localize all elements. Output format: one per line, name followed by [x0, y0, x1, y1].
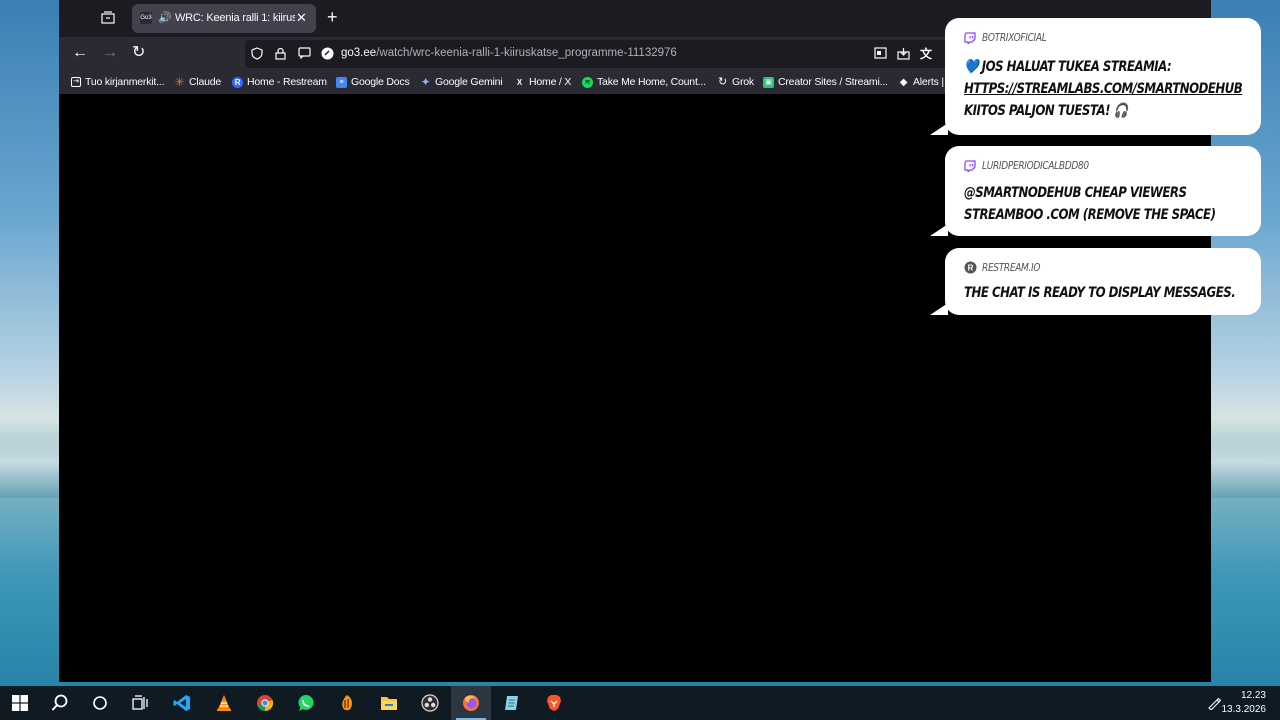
- forward-icon[interactable]: →: [102, 45, 118, 61]
- tab-active[interactable]: Go3 🔊 WRC: Keenia ralli 1: kiiruskatse ✕: [132, 4, 316, 33]
- task-view-icon[interactable]: [130, 693, 150, 713]
- chrome-icon[interactable]: [255, 693, 275, 713]
- bubble-tail: [930, 303, 948, 315]
- bookmark-label: Home - Restream: [247, 76, 327, 88]
- bookmark-item[interactable]: ⇥ Tuo kirjanmerkit...: [71, 75, 164, 89]
- x-icon: X: [516, 77, 523, 87]
- bookmark-label: Alerts |: [913, 76, 944, 88]
- url-domain: go3.ee: [341, 47, 377, 59]
- claude-icon: ✳: [174, 74, 185, 89]
- bookmark-label: Claude: [189, 76, 222, 88]
- reload-icon[interactable]: ↻: [132, 45, 145, 61]
- back-icon[interactable]: ←: [72, 45, 88, 61]
- bubble-tail: [930, 123, 948, 135]
- restream-icon: R: [964, 261, 977, 274]
- bookmark-item[interactable]: R Home - Restream: [232, 75, 327, 89]
- chat-username: Restream.io: [982, 261, 1041, 274]
- install-app-icon[interactable]: [897, 47, 910, 63]
- chat-text-part: Kiitos paljon tuesta! 🎧: [964, 103, 1128, 119]
- bookmark-label: Tuo kirjanmerkit...: [85, 76, 165, 88]
- translate-icon[interactable]: 文: [920, 47, 932, 61]
- bookmark-item[interactable]: ✦ Google Gemini: [420, 74, 503, 89]
- chat-username: luridperiodicalbdd80: [982, 159, 1089, 172]
- chat-link[interactable]: https://streamlabs.com/smartnodehub: [964, 81, 1243, 97]
- bookmark-label: Google Docs: [351, 76, 410, 88]
- file-explorer-icon[interactable]: [379, 693, 399, 713]
- brave-icon[interactable]: [544, 693, 564, 713]
- bookmark-label: Creator Sites / Streami...: [778, 76, 888, 88]
- bookmark-item[interactable]: ◆ Alerts |: [898, 75, 944, 89]
- chat-message: botrixoficial 💙 Jos haluat tukea streami…: [930, 18, 1261, 135]
- link-icon[interactable]: [321, 47, 334, 63]
- tab-list-icon[interactable]: [101, 11, 117, 25]
- bubble-tail: [930, 224, 948, 236]
- clock-date: 13.3.2026: [1221, 704, 1267, 715]
- twitch-icon: [964, 159, 976, 174]
- tracking-shield-icon[interactable]: [251, 47, 263, 63]
- bookmark-label: Take Me Home, Count...: [597, 76, 706, 88]
- bookmark-label: Google Gemini: [435, 76, 503, 88]
- whatsapp-icon[interactable]: [296, 693, 316, 713]
- reader-view-icon[interactable]: [874, 47, 887, 62]
- chat-text-part: 💙 Jos haluat tukea streamia:: [964, 59, 1172, 75]
- search-icon[interactable]: [50, 693, 70, 713]
- import-icon: ⇥: [71, 77, 81, 87]
- docs-icon: ≡: [336, 76, 347, 88]
- spotify-icon: ≋: [582, 76, 593, 88]
- bookmark-item[interactable]: ≡ Google Docs: [336, 75, 410, 89]
- bookmark-item[interactable]: ↻ Grok: [717, 75, 754, 89]
- notepad-icon[interactable]: [502, 693, 522, 713]
- tab-favicon: Go3: [140, 12, 152, 24]
- new-tab-icon[interactable]: +: [327, 8, 338, 26]
- clock-time: 12.23: [1240, 690, 1266, 701]
- start-icon[interactable]: [10, 693, 30, 713]
- chat-message: luridperiodicalbdd80 @smartnodehub Cheap…: [930, 146, 1261, 236]
- bookmark-item[interactable]: ≋ Take Me Home, Count...: [582, 75, 706, 89]
- twitch-icon: [964, 31, 976, 46]
- lock-icon[interactable]: [275, 47, 286, 63]
- bookmark-item[interactable]: ▣ Creator Sites / Streami...: [763, 75, 888, 89]
- gemini-icon: ✦: [420, 74, 431, 89]
- url-text[interactable]: go3.ee/watch/wrc-keenia-ralli-1-kiiruska…: [341, 47, 677, 59]
- obs-icon[interactable]: [420, 693, 440, 713]
- chat-username: botrixoficial: [982, 31, 1047, 44]
- grok-icon: ↻: [717, 75, 728, 88]
- cortana-icon[interactable]: [90, 693, 110, 713]
- vscode-icon[interactable]: [172, 693, 192, 713]
- tab-title: WRC: Keenia ralli 1: kiiruskatse: [175, 12, 295, 24]
- chat-text: The chat is ready to display messages.: [964, 285, 1236, 301]
- creator-icon: ▣: [763, 76, 774, 88]
- system-clock[interactable]: 12.23 13.3.2026: [1222, 689, 1267, 717]
- bookmark-label: Grok: [732, 76, 754, 88]
- alerts-icon: ◆: [899, 76, 908, 88]
- bookmark-item[interactable]: X Home / X: [514, 75, 571, 89]
- bookmark-label: Home / X: [529, 76, 572, 88]
- taskbar: 12.23 13.3.2026: [0, 686, 1280, 720]
- restream-icon: R: [232, 76, 243, 88]
- close-tab-icon[interactable]: ✕: [296, 10, 307, 26]
- firefox-icon[interactable]: [461, 693, 481, 713]
- url-path: /watch/wrc-keenia-ralli-1-kiiruskatse_pr…: [376, 47, 677, 59]
- chat-text: @smartnodehub Cheap viewers streamboo .c…: [964, 185, 1216, 223]
- chat-message: R Restream.io The chat is ready to displ…: [930, 248, 1261, 315]
- speaker-icon[interactable]: 🔊: [158, 11, 172, 24]
- bookmark-item[interactable]: ✳ Claude: [174, 74, 222, 89]
- vlc-icon[interactable]: [214, 693, 234, 713]
- fl-studio-icon[interactable]: [337, 693, 357, 713]
- svg-text:R: R: [968, 264, 974, 273]
- permissions-icon[interactable]: [298, 47, 311, 62]
- chat-text: 💙 Jos haluat tukea streamia: https://str…: [964, 56, 1243, 122]
